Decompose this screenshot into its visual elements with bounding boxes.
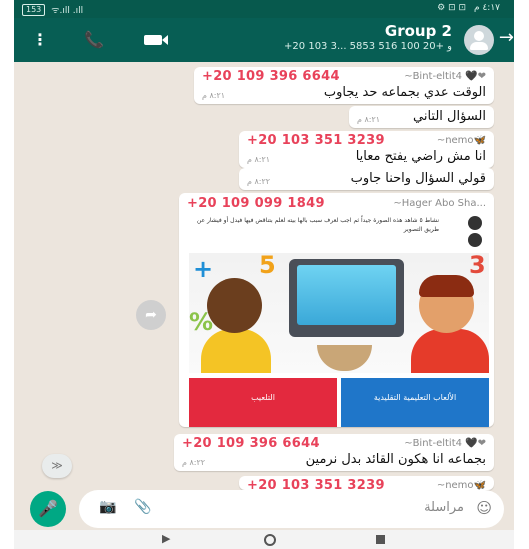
nav-back-icon[interactable]: ▶ bbox=[162, 532, 170, 545]
message-time: ٨:٢١ م bbox=[247, 155, 271, 164]
tile-gamification[interactable]: التلعيب bbox=[189, 378, 337, 427]
system-nav-bar: ▶ bbox=[14, 530, 514, 549]
decor-number: + bbox=[193, 255, 214, 283]
back-arrow-icon[interactable]: → bbox=[499, 27, 514, 48]
image-caption: نشاط ٥ شاهد هذه الصورة جيداً ثم اجب لعرف… bbox=[196, 217, 439, 233]
message-text: قولي السؤال واحنا جاوب bbox=[350, 171, 486, 186]
message-time: ٨:٢٢ م bbox=[182, 458, 206, 467]
sender-nick: ~Bint-eltit4 🖤❤ bbox=[404, 71, 486, 82]
bowl bbox=[317, 345, 372, 371]
sender-phone[interactable]: +20 109 099 1849 bbox=[187, 196, 325, 211]
message-bubble[interactable]: +20 109 396 6644 ~Bint-eltit4 🖤❤ ٨:٢١ م … bbox=[194, 67, 494, 104]
message-bubble[interactable]: ٨:٢٢ م قولي السؤال واحنا جاوب bbox=[239, 168, 494, 190]
sender-phone[interactable]: +20 103 351 3239 bbox=[247, 133, 385, 148]
voice-call-icon[interactable]: 📞 bbox=[84, 30, 104, 49]
scroll-down-button[interactable]: ≫ bbox=[42, 454, 72, 478]
camera-icon[interactable]: 📷 bbox=[99, 499, 116, 515]
group-info[interactable]: Group 2 +20 103 3... و +20 100 516 5853 bbox=[284, 22, 452, 54]
cartoon-image[interactable]: + 5 3 % bbox=[189, 253, 489, 373]
message-time: ٨:٢١ م bbox=[202, 91, 226, 100]
group-avatar[interactable] bbox=[464, 25, 494, 55]
phone-screen: 153 ᯤ.ıll .ıll ⚙ ⊡ ⊡ ٤:١٧ م ⋮ 📞 Group 2 … bbox=[14, 0, 514, 549]
nav-recent-apps-icon[interactable] bbox=[376, 535, 385, 544]
group-members: +20 103 3... و +20 100 516 5853 bbox=[284, 41, 452, 52]
sender-nick: ~Bint-eltit4 🖤❤ bbox=[404, 438, 486, 449]
message-text: الوقت عدي بجماعه حد يجاوب bbox=[323, 85, 486, 100]
message-bubble[interactable]: +20 103 351 3239 ~nemo🦋 ٨:٢١ م انا مش را… bbox=[239, 131, 494, 168]
message-bubble[interactable]: ٨:٢١ م السؤال التاني bbox=[349, 106, 494, 128]
attach-icon[interactable]: 📎 bbox=[134, 499, 151, 515]
chat-header: ⋮ 📞 Group 2 +20 103 3... و +20 100 516 5… bbox=[14, 18, 514, 62]
status-icons: ⚙ ⊡ ⊡ bbox=[437, 3, 467, 13]
decor-number: 3 bbox=[469, 253, 486, 279]
boy-left bbox=[207, 278, 262, 333]
microphone-icon[interactable]: 🎤 bbox=[30, 491, 66, 527]
tile-traditional-games[interactable]: الألعاب التعليمية التقليدية bbox=[341, 378, 489, 427]
sender-phone[interactable]: +20 109 396 6644 bbox=[202, 69, 340, 84]
battery-indicator: 153 bbox=[22, 3, 46, 16]
decor-number: 5 bbox=[259, 253, 276, 279]
nav-home-icon[interactable] bbox=[264, 534, 276, 546]
message-time: ٨:٢١ م bbox=[357, 115, 381, 124]
message-time: ٨:٢٢ م bbox=[247, 177, 271, 186]
sender-nick: ~nemo🦋 bbox=[436, 135, 486, 146]
message-input[interactable]: 📷 📎 مراسلة ☺ bbox=[79, 490, 504, 528]
audio-play-icon[interactable] bbox=[468, 216, 482, 230]
composer-bar: 🎤 📷 📎 مراسلة ☺ bbox=[14, 480, 514, 530]
message-bubble[interactable]: +20 109 396 6644 ~Bint-eltit4 🖤❤ ٨:٢٢ م … bbox=[174, 434, 494, 471]
forward-icon[interactable]: ➦ bbox=[136, 300, 166, 330]
signal-icon: ᯤ.ıll .ıll bbox=[51, 6, 84, 16]
speaker-icon[interactable] bbox=[468, 233, 482, 247]
image-message[interactable]: +20 109 099 1849 ~Hager Abo Sha... نشاط … bbox=[179, 193, 494, 427]
emoji-icon[interactable]: ☺ bbox=[476, 499, 492, 517]
status-time: ٤:١٧ م bbox=[474, 3, 500, 13]
sender-phone[interactable]: +20 109 396 6644 bbox=[182, 436, 320, 451]
video-call-icon[interactable] bbox=[144, 35, 168, 45]
status-bar: 153 ᯤ.ıll .ıll ⚙ ⊡ ⊡ ٤:١٧ م bbox=[14, 0, 514, 18]
message-text: بجماعه انا هكون القائد بدل نرمين bbox=[305, 452, 486, 467]
sender-nick: ~Hager Abo Sha... bbox=[393, 198, 486, 209]
message-text: انا مش راضي يفتح معايا bbox=[355, 149, 486, 164]
message-placeholder: مراسلة bbox=[424, 500, 464, 515]
more-options-icon[interactable]: ⋮ bbox=[32, 30, 48, 49]
message-text: السؤال التاني bbox=[413, 109, 486, 124]
group-name: Group 2 bbox=[384, 22, 452, 40]
computer-monitor bbox=[289, 259, 404, 337]
